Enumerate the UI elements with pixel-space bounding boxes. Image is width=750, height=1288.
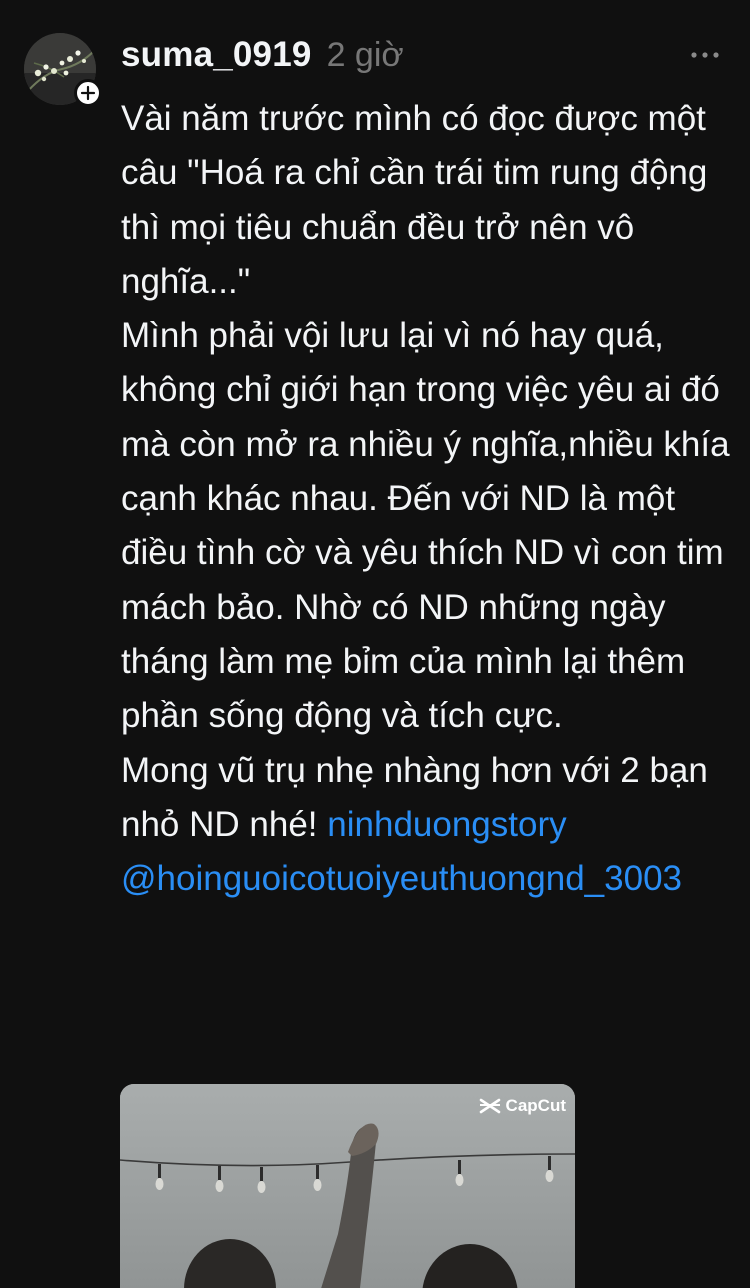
post-body: Vài năm trước mình có đọc được một câu "… — [121, 92, 731, 906]
post-paragraph-3: Mong vũ trụ nhẹ nhàng hơn với 2 bạn nhỏ … — [121, 744, 731, 907]
thread-post: suma_0919 2 giờ Vài năm trước mình có đọ… — [0, 0, 750, 1288]
more-horizontal-icon — [691, 52, 719, 58]
capcut-watermark: CapCut — [479, 1096, 566, 1116]
plus-icon — [80, 85, 96, 101]
avatar-container[interactable] — [24, 33, 102, 107]
watermark-text: CapCut — [505, 1096, 566, 1115]
tag-link[interactable]: ninhduongstory — [327, 805, 566, 844]
post-paragraph-2: Mình phải vội lưu lại vì nó hay quá, khô… — [121, 316, 730, 736]
post-header: suma_0919 2 giờ — [121, 30, 404, 80]
mention-link[interactable]: @hoinguoicotuoiyeuthuongnd_3003 — [121, 859, 682, 898]
post-media-image[interactable]: CapCut — [120, 1084, 575, 1288]
post-paragraph-1: Vài năm trước mình có đọc được một câu "… — [121, 99, 708, 301]
capcut-logo-icon — [479, 1098, 500, 1114]
timestamp: 2 giờ — [326, 35, 404, 74]
more-options-button[interactable] — [690, 42, 720, 68]
username[interactable]: suma_0919 — [121, 35, 312, 75]
follow-button[interactable] — [74, 79, 102, 107]
